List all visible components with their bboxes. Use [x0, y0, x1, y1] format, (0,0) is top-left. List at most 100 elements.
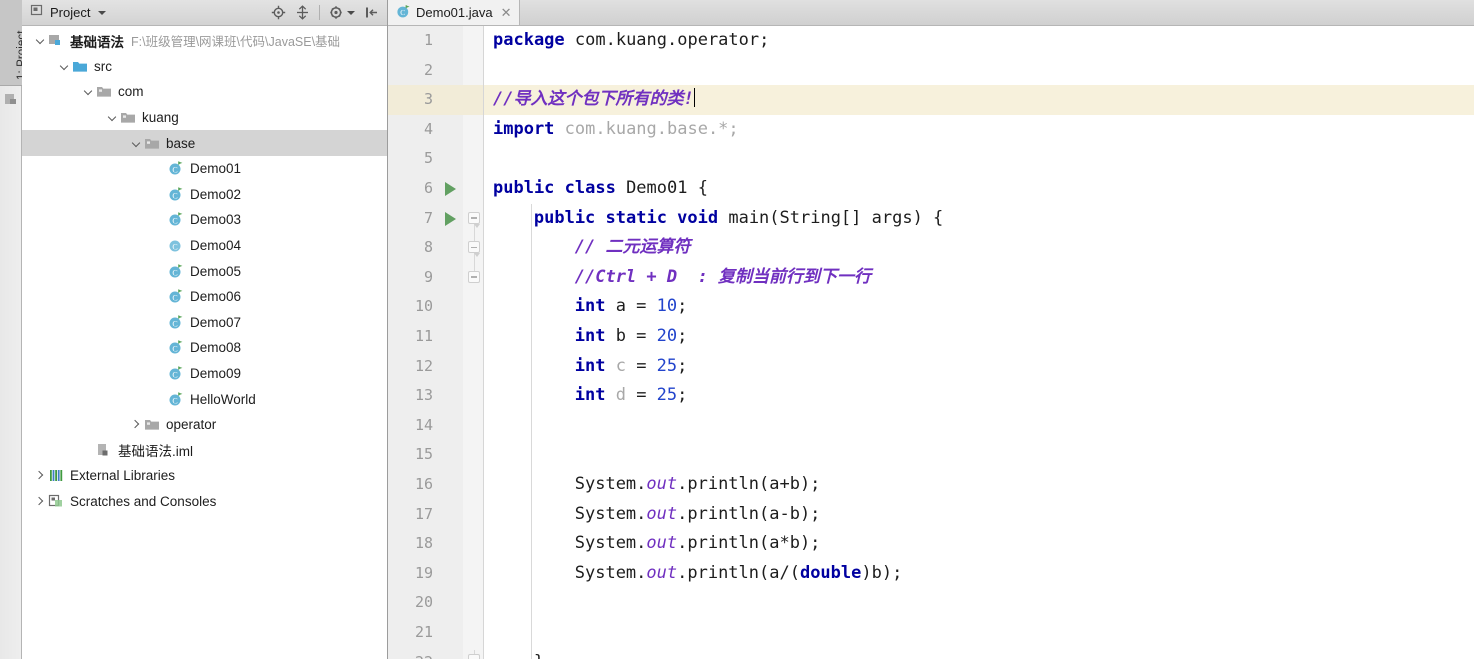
code-folding-gutter[interactable]: [463, 26, 484, 659]
line-number: 15: [414, 445, 433, 464]
left-tool-strip: 1: Project: [0, 0, 28, 659]
tree-node-Demo01[interactable]: C Demo01: [22, 156, 387, 182]
project-panel: Project 基础语法 F:\班级管理\网课班\代码\JavaSE\基础 sr…: [22, 0, 388, 659]
collapse-all-icon[interactable]: [295, 5, 310, 20]
code-line[interactable]: // 二元运算符: [575, 233, 691, 263]
code-token: ;: [677, 326, 688, 346]
gear-dropdown-chevron-icon[interactable]: [347, 10, 355, 15]
java-run-class-icon: C: [168, 365, 185, 382]
code-line[interactable]: }: [534, 648, 544, 659]
code-token: out: [646, 503, 678, 524]
code-line[interactable]: int d = 25;: [575, 381, 688, 411]
code-editor[interactable]: 12345678910111213141516171819202122 pack…: [388, 26, 1474, 659]
tree-node-Demo06[interactable]: C Demo06: [22, 284, 387, 310]
code-token: =: [625, 385, 657, 406]
tree-node-Scratches and Consoles[interactable]: Scratches and Consoles: [22, 489, 387, 515]
code-token: double: [799, 562, 862, 583]
code-line[interactable]: System.out.println(a+b);: [575, 470, 821, 500]
chevron-down-icon[interactable]: [104, 110, 120, 125]
tree-node-com[interactable]: com: [22, 79, 387, 105]
locate-icon[interactable]: [271, 5, 286, 20]
code-token: 10: [656, 296, 678, 317]
run-gutter-icon[interactable]: [445, 211, 456, 226]
code-line[interactable]: package com.kuang.operator;: [493, 26, 769, 56]
hide-panel-icon[interactable]: [364, 5, 379, 20]
fold-collapse-icon[interactable]: [468, 211, 480, 228]
tree-node-label: 基础语法: [70, 34, 124, 50]
line-number: 19: [414, 563, 433, 582]
project-window-icon: [30, 3, 44, 22]
line-number: 1: [423, 31, 433, 49]
source-folder-icon: [72, 58, 89, 75]
fold-collapse-icon[interactable]: [468, 241, 480, 258]
tree-node-基础语法.iml[interactable]: 基础语法.iml: [22, 438, 387, 464]
fold-collapse-icon[interactable]: [468, 270, 480, 283]
editor-tab-demo01[interactable]: C Demo01.java ✕: [388, 0, 520, 25]
tree-node-label: base: [166, 135, 196, 151]
text-caret: [693, 88, 696, 108]
tree-node-Demo08[interactable]: C Demo08: [22, 335, 387, 361]
code-text-area[interactable]: package com.kuang.operator; //导入这个包下所有的类!…: [484, 26, 1474, 659]
project-tree[interactable]: 基础语法 F:\班级管理\网课班\代码\JavaSE\基础 src com kuang b…: [22, 26, 387, 659]
code-line[interactable]: System.out.println(a/(double)b);: [575, 559, 903, 589]
tree-node-label: Demo05: [190, 263, 242, 279]
tree-node-Demo05[interactable]: C Demo05: [22, 258, 387, 284]
tree-node-base[interactable]: base: [22, 130, 387, 156]
java-run-class-icon: C: [168, 211, 185, 228]
chevron-down-icon[interactable]: [80, 84, 96, 99]
code-line[interactable]: import com.kuang.base.*;: [493, 115, 739, 145]
svg-text:C: C: [400, 8, 405, 17]
tree-node-External Libraries[interactable]: External Libraries: [22, 463, 387, 489]
ide-window: 1: Project Project: [0, 0, 1474, 659]
code-token: package: [493, 30, 565, 50]
chevron-down-icon[interactable]: [98, 10, 107, 15]
module-icon: [48, 32, 65, 49]
tree-node-Demo07[interactable]: C Demo07: [22, 310, 387, 336]
fold-collapse-icon[interactable]: [468, 653, 480, 659]
chevron-down-icon[interactable]: [56, 59, 72, 74]
tree-node-kuang[interactable]: kuang: [22, 105, 387, 131]
code-line[interactable]: public class Demo01 {: [493, 174, 708, 204]
tree-node-Demo04[interactable]: C Demo04: [22, 233, 387, 259]
code-line[interactable]: System.out.println(a*b);: [575, 529, 821, 559]
tree-node-HelloWorld[interactable]: C HelloWorld: [22, 386, 387, 412]
code-line[interactable]: public static void main(String[] args) {: [534, 204, 943, 234]
tree-node-Demo09[interactable]: C Demo09: [22, 361, 387, 387]
code-line[interactable]: System.out.println(a-b);: [575, 500, 821, 530]
package-icon: [120, 109, 137, 126]
close-icon[interactable]: ✕: [501, 5, 512, 21]
code-line[interactable]: int c = 25;: [575, 352, 688, 382]
java-run-class-icon: C: [396, 4, 411, 22]
tree-node-operator[interactable]: operator: [22, 412, 387, 438]
code-token: Demo01 {: [615, 178, 708, 198]
tree-node-基础语法[interactable]: 基础语法 F:\班级管理\网课班\代码\JavaSE\基础: [22, 28, 387, 54]
libraries-icon: [48, 467, 65, 484]
caret-line-highlight: [441, 85, 463, 115]
chevron-down-icon[interactable]: [32, 33, 48, 48]
code-token: =: [625, 355, 657, 376]
svg-text:C: C: [172, 191, 177, 200]
run-marker-gutter[interactable]: [441, 26, 463, 659]
line-number: 22: [415, 648, 433, 659]
code-token: System.: [574, 474, 647, 494]
code-line[interactable]: //导入这个包下所有的类!: [493, 85, 696, 115]
chevron-right-icon[interactable]: [32, 468, 48, 483]
tree-node-Demo03[interactable]: C Demo03: [22, 207, 387, 233]
run-gutter-icon[interactable]: [445, 182, 456, 196]
chevron-right-icon[interactable]: [128, 417, 144, 432]
caret-line-highlight: [463, 85, 483, 115]
code-token: System.: [574, 533, 647, 554]
tree-node-Demo02[interactable]: C Demo02: [22, 182, 387, 208]
project-title-group[interactable]: Project: [30, 3, 271, 22]
code-line[interactable]: //Ctrl + D : 复制当前行到下一行: [575, 263, 871, 293]
tree-node-src[interactable]: src: [22, 54, 387, 80]
code-token: out: [646, 562, 678, 583]
code-line[interactable]: int a = 10;: [575, 292, 688, 322]
line-number: 5: [423, 149, 433, 168]
code-token: .println(a/(: [677, 562, 800, 583]
gear-icon[interactable]: [329, 5, 355, 20]
chevron-right-icon[interactable]: [32, 494, 48, 509]
project-panel-title: Project: [50, 5, 91, 20]
code-line[interactable]: int b = 20;: [575, 322, 688, 352]
chevron-down-icon[interactable]: [128, 136, 144, 151]
